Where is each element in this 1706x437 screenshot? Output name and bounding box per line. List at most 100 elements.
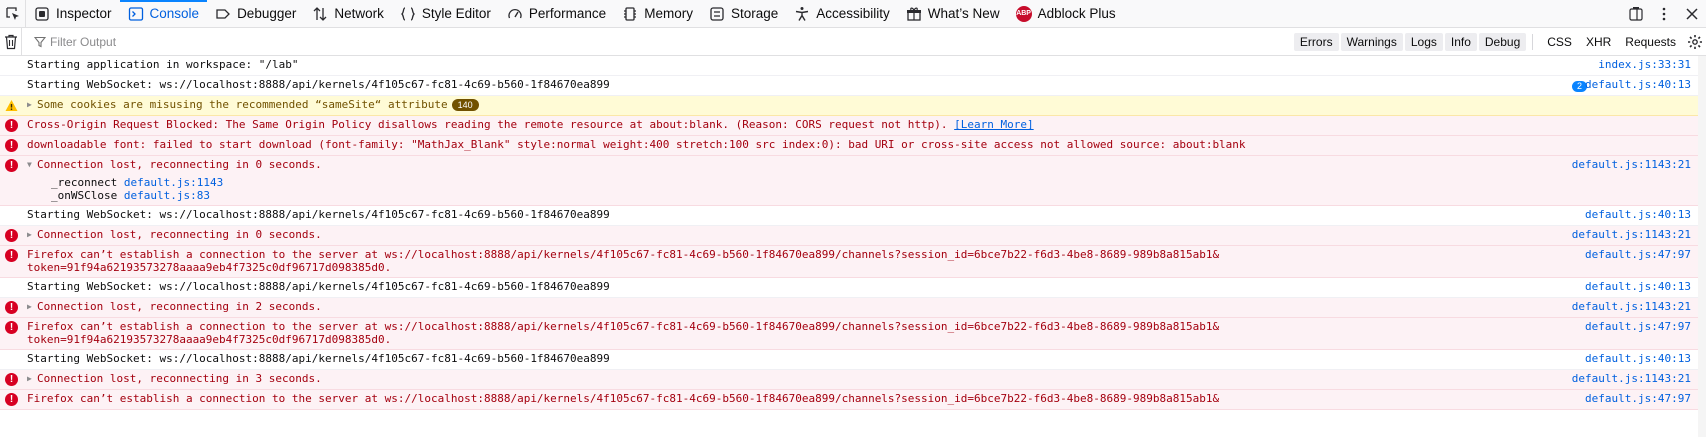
tab-label: Storage [730,6,779,21]
log-message: Starting WebSocket: ws://localhost:8888/… [0,76,1706,96]
dock-icon [1629,7,1643,21]
message-count-badge: 140 [451,99,479,111]
log-message: Starting application in workspace: "/lab… [0,56,1706,76]
tab-console[interactable]: Console [119,0,208,28]
frame-function: _onWSClose [51,189,118,202]
tab-debugger[interactable]: Debugger [207,0,304,28]
warn-message: ▶ Some cookies are misusing the recommend… [0,96,1706,116]
tab-network[interactable]: Network [304,0,392,28]
message-text: Connection lost, reconnecting in 3 secon… [37,371,322,385]
console-scrollbar[interactable] [1698,56,1706,437]
tab-performance[interactable]: Performance [499,0,614,28]
inspector-icon [34,6,50,22]
console-icon [128,6,144,22]
error-icon: ! [5,119,18,132]
close-devtools-button[interactable] [1678,0,1706,28]
tab-storage[interactable]: Storage [701,0,786,28]
error-message: ! ▼ Connection lost, reconnecting in 0 sec… [0,156,1706,206]
message-body: Firefox can’t establish a connection to … [27,320,1606,347]
source-location-link[interactable]: default.js:1143:21 [1572,372,1691,386]
tab-label: Debugger [237,6,297,21]
filter-requests-button[interactable]: Requests [1619,33,1682,51]
message-body: Cross-Origin Request Blocked: The Same O… [27,118,1606,132]
filter-icon [34,36,46,47]
filter-xhr-button[interactable]: XHR [1580,33,1617,51]
filter-output-field[interactable] [22,34,750,49]
error-icon: ! [5,320,18,334]
tab-label: Adblock Plus [1037,6,1116,21]
tab-label: Console [149,6,200,21]
performance-icon [507,6,523,22]
error-message: ! Firefox can’t establish a connection to… [0,317,1706,350]
tab-label: Accessibility [816,6,890,21]
collapsed-arrow-icon[interactable]: ▶ [27,372,37,386]
filter-info-button[interactable]: Info [1444,33,1477,51]
filter-errors-button[interactable]: Errors [1293,33,1339,51]
error-message: ! downloadable font: failed to start down… [0,136,1706,156]
tab-label: Style Editor [421,6,491,21]
message-text: Firefox can’t establish a connection to … [27,319,1220,347]
tab-inspector[interactable]: Inspector [26,0,120,28]
memory-icon [622,6,638,22]
error-message: ! Cross-Origin Request Blocked: The Same … [0,116,1706,136]
message-body: Starting application in workspace: "/lab… [27,58,1606,72]
message-text: Firefox can’t establish a connection to … [27,247,1220,275]
filter-logs-button[interactable]: Logs [1404,33,1443,51]
message-text: Connection lost, reconnecting in 2 secon… [37,299,322,313]
expanded-arrow-icon[interactable]: ▼ [27,158,37,172]
tab-whats-new[interactable]: What’s New [898,0,1008,28]
filter-warnings-button[interactable]: Warnings [1340,33,1403,51]
console-filter-bar: ErrorsWarningsLogsInfoDebug CSSXHRReques… [0,27,1706,56]
message-body: downloadable font: failed to start downl… [27,138,1606,152]
error-message: ! ▶ Connection lost, reconnecting in 2 sec… [0,297,1706,318]
source-location-link[interactable]: index.js:33:31 [1598,58,1691,72]
tab-memory[interactable]: Memory [614,0,701,28]
error-icon: ! [5,248,18,262]
source-location-link[interactable]: default.js:47:97 [1585,320,1691,334]
tab-label: Memory [644,6,693,21]
source-location-link[interactable]: default.js:47:97 [1585,248,1691,262]
tab-label: What’s New [927,6,1000,21]
collapsed-arrow-icon[interactable]: ▶ [27,300,37,314]
clear-console-button[interactable] [0,27,22,56]
filter-debug-button[interactable]: Debug [1478,33,1527,51]
dock-options-button[interactable] [1622,0,1650,28]
element-picker-button[interactable] [0,0,26,28]
source-location-link[interactable]: default.js:40:13 [1585,78,1691,92]
collapsed-arrow-icon[interactable]: ▶ [27,98,37,112]
filter-css-button[interactable]: CSS [1541,33,1578,51]
error-icon: ! [5,159,18,172]
source-location-link[interactable]: default.js:47:97 [1585,392,1691,406]
message-text: Connection lost, reconnecting in 0 secon… [37,158,322,171]
more-options-button[interactable] [1650,0,1678,28]
learn-more-link[interactable]: [Learn More] [954,118,1033,131]
message-body: ▶ Connection lost, reconnecting in 0 seco… [27,228,1606,242]
error-icon: ! [5,372,18,386]
filter-separator [1532,34,1534,50]
frame-source-link[interactable]: default.js:1143 [124,176,223,189]
source-location-link[interactable]: default.js:1143:21 [1572,158,1691,172]
tab-accessibility[interactable]: Accessibility [786,0,898,28]
stack-frame: _onWSClose default.js:83 [51,189,1606,203]
accessibility-icon [794,6,810,22]
filter-input[interactable] [50,34,750,49]
collapsed-arrow-icon[interactable]: ▶ [27,228,37,242]
message-text: Connection lost, reconnecting in 0 secon… [37,227,322,241]
frame-source-link[interactable]: default.js:83 [124,189,210,202]
message-text: Some cookies are misusing the recommende… [37,98,448,111]
source-location-link[interactable]: default.js:40:13 [1585,280,1691,294]
tab-adblock-plus[interactable]: ABP Adblock Plus [1008,0,1124,28]
source-location-link[interactable]: default.js:40:13 [1585,208,1691,222]
style-editor-icon [400,6,416,22]
console-settings-button[interactable] [1684,28,1706,56]
source-location-link[interactable]: default.js:40:13 [1585,352,1691,366]
source-location-link[interactable]: default.js:1143:21 [1572,228,1691,242]
element-picker-icon [5,6,19,20]
error-icon: ! [5,228,18,242]
stack-trace: _reconnect default.js:1143 _onWSClose def… [27,176,1606,203]
log-message: Starting WebSocket: ws://localhost:8888/… [0,206,1706,226]
message-body: ▼ Connection lost, reconnecting in 0 seco… [27,158,1606,172]
source-location-link[interactable]: default.js:1143:21 [1572,300,1691,314]
tab-style-editor[interactable]: Style Editor [392,0,499,28]
stack-frame: _reconnect default.js:1143 [51,176,1606,190]
